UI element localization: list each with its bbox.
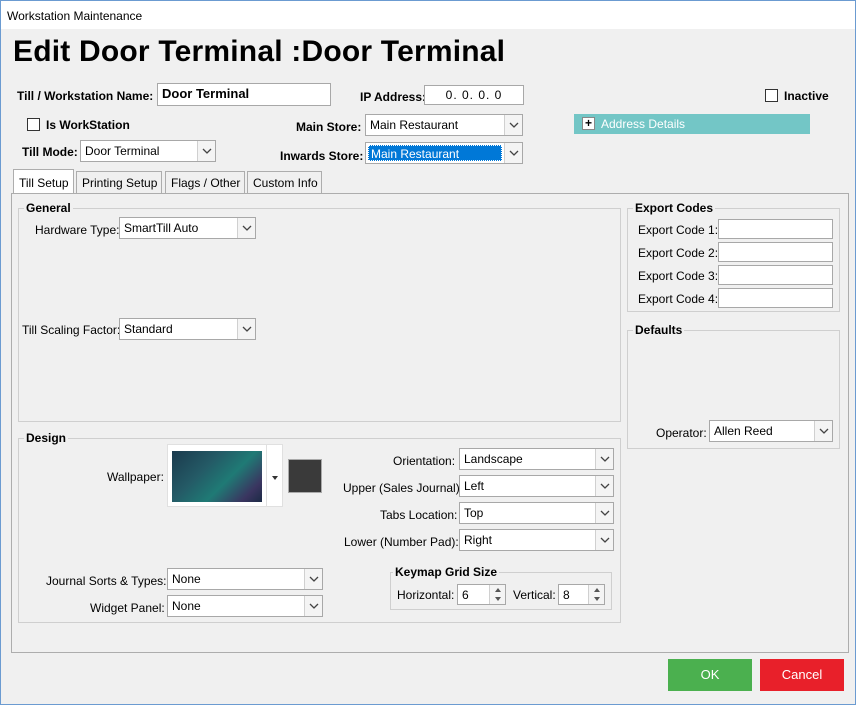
- chevron-down-icon[interactable]: [237, 218, 255, 238]
- export-code-3-input[interactable]: [718, 265, 833, 285]
- chevron-down-icon[interactable]: [504, 115, 522, 135]
- keymap-grid-title: Keymap Grid Size: [393, 565, 500, 579]
- journal-sorts-value: None: [172, 572, 201, 586]
- tab-custom-info[interactable]: Custom Info: [247, 171, 322, 193]
- page-title: Edit Door Terminal :Door Terminal: [13, 35, 506, 68]
- hardware-type-select[interactable]: SmartTill Auto: [119, 217, 256, 239]
- export-code-4-label: Export Code 4:: [638, 292, 719, 306]
- journal-sorts-label: Journal Sorts & Types:: [46, 574, 167, 588]
- chevron-down-icon[interactable]: [595, 530, 613, 550]
- export-code-1-input[interactable]: [718, 219, 833, 239]
- tabs-location-select[interactable]: Top: [459, 502, 614, 524]
- is-workstation-checkbox[interactable]: [27, 118, 40, 131]
- horizontal-value: 6: [462, 588, 469, 602]
- tab-flags-other[interactable]: Flags / Other: [165, 171, 245, 193]
- address-details-expander[interactable]: + Address Details: [574, 114, 810, 134]
- hardware-type-label: Hardware Type:: [35, 223, 120, 237]
- chevron-down-icon[interactable]: [504, 143, 522, 163]
- chevron-down-icon[interactable]: [237, 319, 255, 339]
- widget-panel-value: None: [172, 599, 201, 613]
- wallpaper-label: Wallpaper:: [107, 470, 164, 484]
- lower-select[interactable]: Right: [459, 529, 614, 551]
- defaults-title: Defaults: [633, 323, 685, 337]
- horizontal-label: Horizontal:: [397, 588, 455, 602]
- wallpaper-preview: [172, 451, 262, 502]
- wallpaper-dropdown[interactable]: [266, 445, 282, 506]
- export-code-3-label: Export Code 3:: [638, 269, 719, 283]
- till-mode-value: Door Terminal: [85, 144, 160, 158]
- scaling-factor-select[interactable]: Standard: [119, 318, 256, 340]
- address-details-label: Address Details: [601, 117, 686, 131]
- export-codes-title: Export Codes: [633, 201, 716, 215]
- is-workstation-label: Is WorkStation: [46, 118, 130, 132]
- workstation-maintenance-window: Workstation Maintenance Edit Door Termin…: [0, 0, 856, 705]
- upper-label: Upper (Sales Journal):: [343, 481, 464, 495]
- inactive-checkbox[interactable]: [765, 89, 778, 102]
- till-mode-label: Till Mode:: [22, 145, 78, 159]
- wallpaper-picker[interactable]: [167, 444, 283, 507]
- plus-icon[interactable]: +: [582, 117, 595, 130]
- operator-select[interactable]: Allen Reed: [709, 420, 833, 442]
- ip-address-value: 0. 0. 0. 0: [445, 88, 503, 102]
- journal-sorts-select[interactable]: None: [167, 568, 323, 590]
- window-title: Workstation Maintenance: [7, 9, 143, 23]
- inwards-store-label: Inwards Store:: [280, 149, 364, 163]
- ip-label: IP Address:: [360, 90, 427, 104]
- spin-arrows-icon[interactable]: [588, 585, 604, 604]
- chevron-down-icon[interactable]: [304, 596, 322, 616]
- upper-select[interactable]: Left: [459, 475, 614, 497]
- tabs-location-label: Tabs Location:: [380, 508, 458, 522]
- name-input[interactable]: Door Terminal: [157, 83, 331, 106]
- main-store-select[interactable]: Main Restaurant: [365, 114, 523, 136]
- inactive-label: Inactive: [784, 89, 829, 103]
- upper-value: Left: [464, 479, 485, 493]
- chevron-down-icon[interactable]: [814, 421, 832, 441]
- orientation-label: Orientation:: [393, 454, 456, 468]
- main-store-value: Main Restaurant: [370, 118, 459, 132]
- hardware-type-value: SmartTill Auto: [124, 221, 199, 235]
- orientation-select[interactable]: Landscape: [459, 448, 614, 470]
- name-input-value: Door Terminal: [162, 86, 250, 101]
- background-color-swatch[interactable]: [288, 459, 322, 493]
- inwards-store-select[interactable]: Main Restaurant: [365, 142, 523, 164]
- tab-printing-setup[interactable]: Printing Setup: [76, 171, 162, 193]
- name-label: Till / Workstation Name:: [17, 89, 154, 103]
- widget-panel-select[interactable]: None: [167, 595, 323, 617]
- export-code-1-label: Export Code 1:: [638, 223, 719, 237]
- widget-panel-label: Widget Panel:: [90, 601, 165, 615]
- vertical-spinner[interactable]: 8: [558, 584, 605, 605]
- lower-value: Right: [464, 533, 493, 547]
- tabs-location-value: Top: [464, 506, 484, 520]
- chevron-down-icon[interactable]: [595, 503, 613, 523]
- scaling-factor-label: Till Scaling Factor:: [22, 323, 121, 337]
- inwards-store-value: Main Restaurant: [368, 145, 502, 161]
- scaling-factor-value: Standard: [124, 322, 173, 336]
- vertical-label: Vertical:: [513, 588, 556, 602]
- export-code-2-label: Export Code 2:: [638, 246, 719, 260]
- ip-address-input[interactable]: 0. 0. 0. 0: [424, 85, 524, 105]
- lower-label: Lower (Number Pad):: [344, 535, 459, 549]
- tab-till-setup[interactable]: Till Setup: [13, 169, 74, 193]
- main-store-label: Main Store:: [296, 120, 362, 134]
- cancel-button[interactable]: Cancel: [760, 659, 844, 691]
- chevron-down-icon[interactable]: [304, 569, 322, 589]
- orientation-value: Landscape: [464, 452, 523, 466]
- general-group: General: [18, 201, 621, 422]
- vertical-value: 8: [563, 588, 570, 602]
- operator-value: Allen Reed: [714, 424, 773, 438]
- operator-label: Operator:: [656, 426, 707, 440]
- design-group-title: Design: [24, 431, 69, 445]
- export-code-2-input[interactable]: [718, 242, 833, 262]
- chevron-down-icon[interactable]: [595, 449, 613, 469]
- chevron-down-icon[interactable]: [197, 141, 215, 161]
- window-titlebar: Workstation Maintenance: [1, 1, 855, 29]
- spin-arrows-icon[interactable]: [489, 585, 505, 604]
- general-group-title: General: [24, 201, 73, 215]
- till-mode-select[interactable]: Door Terminal: [80, 140, 216, 162]
- horizontal-spinner[interactable]: 6: [457, 584, 506, 605]
- caret-down-icon: [272, 476, 278, 480]
- export-code-4-input[interactable]: [718, 288, 833, 308]
- ok-button[interactable]: OK: [668, 659, 752, 691]
- chevron-down-icon[interactable]: [595, 476, 613, 496]
